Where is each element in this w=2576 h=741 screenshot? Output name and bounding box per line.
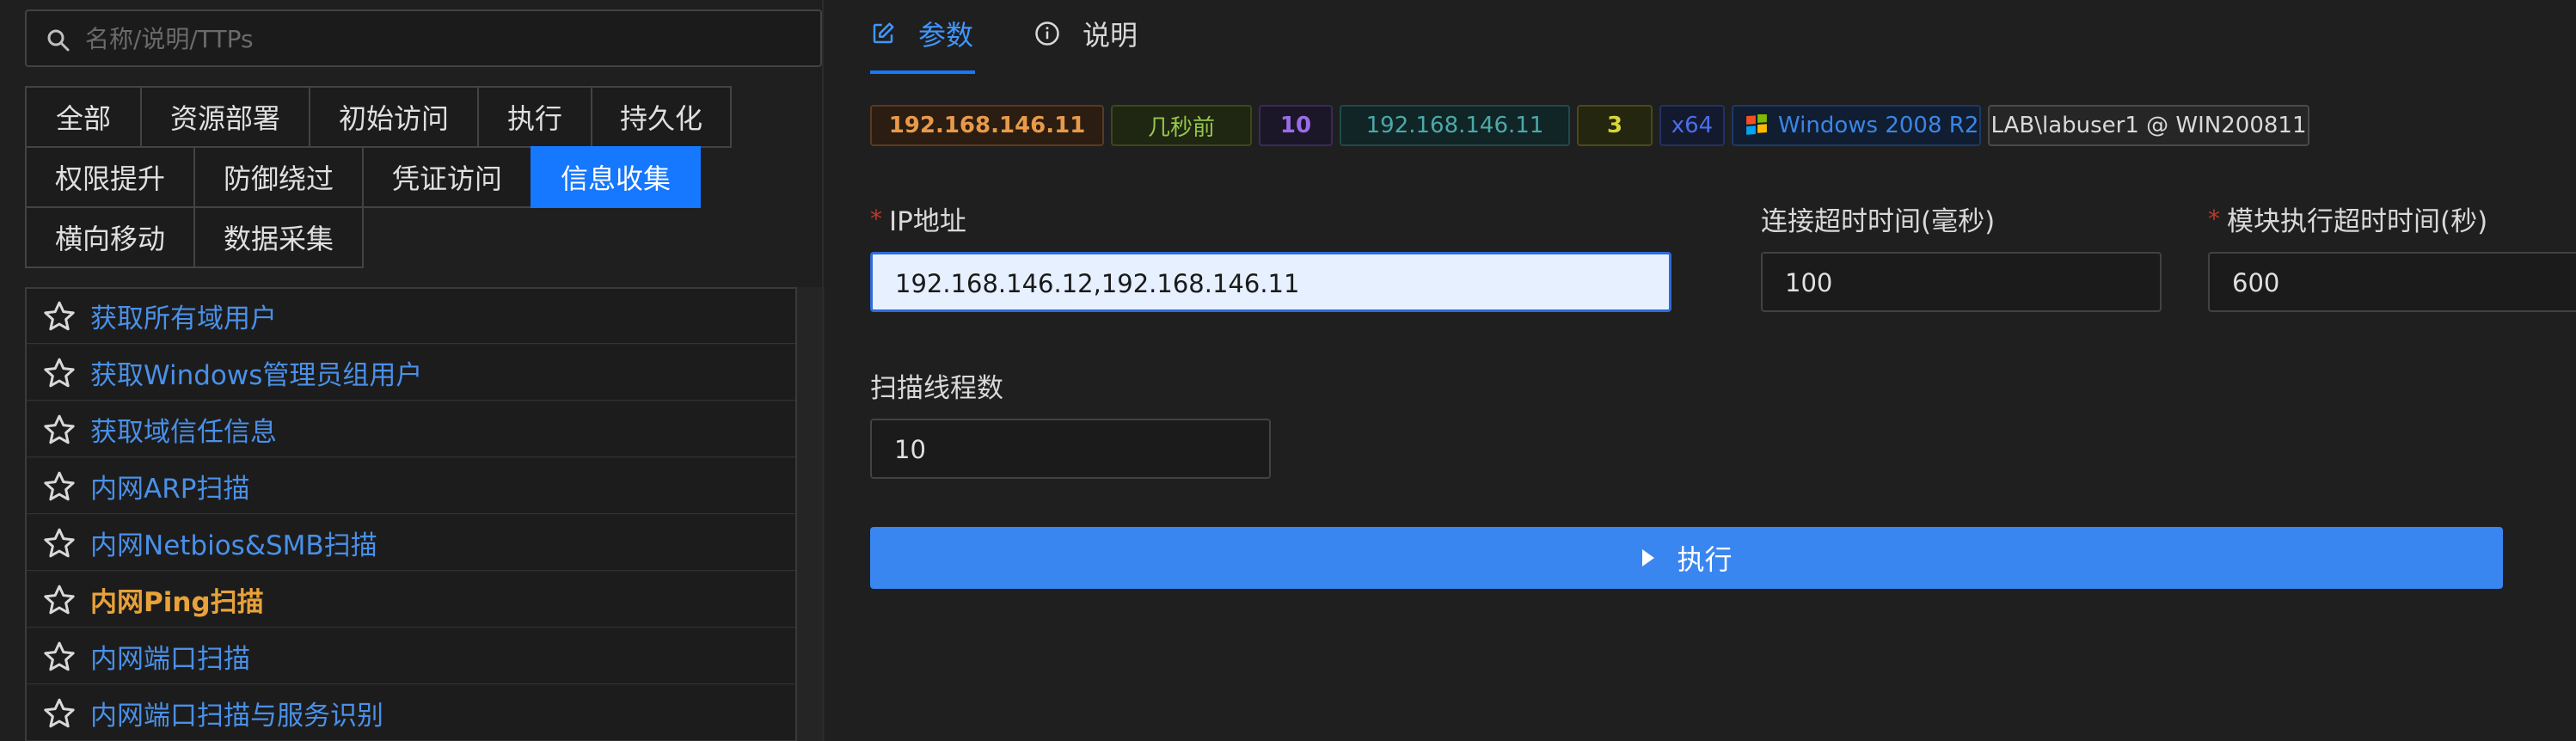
star-icon[interactable]	[42, 640, 77, 674]
category-persistence[interactable]: 持久化	[591, 86, 732, 148]
category-defense-evasion[interactable]: 防御绕过	[193, 146, 364, 208]
internal-ip-badge: 192.168.146.11	[1340, 105, 1570, 146]
category-credential-access[interactable]: 凭证访问	[362, 146, 532, 208]
category-row-1: 全部 资源部署 初始访问 执行 持久化	[25, 86, 732, 148]
module-label[interactable]: 获取域信任信息	[90, 410, 277, 449]
required-mark: *	[870, 205, 882, 233]
ip-label-text: IP地址	[889, 206, 966, 237]
category-initial-access[interactable]: 初始访问	[309, 86, 479, 148]
list-item[interactable]: 内网端口扫描	[27, 629, 819, 684]
arch-badge: x64	[1659, 105, 1725, 146]
module-timeout-field[interactable]	[2208, 252, 2576, 312]
category-privilege-escalation[interactable]: 权限提升	[25, 146, 195, 208]
category-discovery[interactable]: 信息收集	[531, 146, 701, 208]
user-badge: LAB\labuser1 @ WIN200811	[1988, 105, 2309, 146]
module-label[interactable]: 内网端口扫描与服务识别	[90, 694, 383, 732]
tab-params-label: 参数	[918, 19, 974, 52]
list-item-selected[interactable]: 内网Ping扫描	[27, 573, 819, 628]
active-tab-indicator	[870, 70, 975, 74]
tab-params[interactable]: 参数	[870, 12, 973, 55]
execute-label: 执行	[1677, 543, 1733, 576]
ip-label: * IP地址	[870, 199, 966, 238]
required-mark: *	[2208, 205, 2220, 233]
timeout-label-text: 连接超时时间(毫秒)	[1761, 206, 1996, 237]
session-ip-badge: 192.168.146.11	[870, 105, 1104, 146]
list-item[interactable]: 内网端口扫描与服务识别	[27, 686, 819, 741]
module-label[interactable]: 内网Ping扫描	[90, 580, 264, 619]
info-icon	[1035, 21, 1059, 46]
star-icon[interactable]	[42, 526, 77, 560]
execute-button[interactable]: 执行	[870, 527, 2503, 589]
edit-icon	[873, 22, 894, 44]
list-item[interactable]: 获取Windows管理员组用户	[27, 346, 819, 401]
star-icon[interactable]	[42, 356, 77, 390]
search-input[interactable]	[83, 16, 809, 61]
search-icon	[47, 29, 70, 52]
list-item[interactable]: 内网Netbios&SMB扫描	[27, 516, 819, 571]
module-label[interactable]: 获取所有域用户	[90, 297, 277, 335]
os-badge: Windows 2008 R2	[1732, 105, 1981, 146]
threads-input[interactable]	[892, 420, 1259, 479]
timeout-label: 连接超时时间(毫秒)	[1761, 199, 1995, 238]
star-icon[interactable]	[42, 299, 77, 334]
panel-divider	[822, 0, 824, 741]
category-collection[interactable]: 数据采集	[193, 206, 364, 268]
search-box[interactable]	[25, 9, 822, 67]
category-execution[interactable]: 执行	[477, 86, 592, 148]
category-row-2: 权限提升 防御绕过 凭证访问 信息收集	[25, 146, 701, 208]
play-icon	[1642, 549, 1655, 566]
list-item[interactable]: 获取所有域用户	[27, 289, 819, 344]
threads-label-text: 扫描线程数	[870, 373, 1003, 404]
last-seen-badge: 几秒前	[1111, 105, 1252, 146]
threads-field[interactable]	[870, 419, 1271, 479]
list-item[interactable]: 获取域信任信息	[27, 402, 819, 457]
module-label[interactable]: 内网Netbios&SMB扫描	[90, 524, 377, 562]
list-scrollbar[interactable]	[795, 287, 825, 741]
list-item[interactable]: 内网ARP扫描	[27, 459, 819, 514]
windows-icon	[1746, 114, 1767, 135]
module-timeout-label-text: 模块执行超时时间(秒)	[2227, 206, 2488, 237]
category-row-3: 横向移动 数据采集	[25, 206, 364, 268]
os-label: Windows 2008 R2	[1778, 113, 1979, 138]
category-lateral-movement[interactable]: 横向移动	[25, 206, 195, 268]
count-badge: 3	[1577, 105, 1653, 146]
module-panel: 全部 资源部署 初始访问 执行 持久化 权限提升 防御绕过 凭证访问 信息收集 …	[0, 0, 834, 741]
module-label[interactable]: 获取Windows管理员组用户	[90, 353, 422, 392]
ip-input[interactable]	[893, 254, 1659, 313]
timeout-field[interactable]	[1761, 252, 2162, 312]
star-icon[interactable]	[42, 583, 77, 617]
category-all[interactable]: 全部	[25, 86, 142, 148]
star-icon[interactable]	[42, 696, 77, 731]
category-resource-deploy[interactable]: 资源部署	[140, 86, 310, 148]
module-list: 获取所有域用户 获取Windows管理员组用户 获取域信任信息 内网ARP扫描 …	[25, 287, 821, 741]
tab-description[interactable]: 说明	[1034, 12, 1138, 55]
timeout-input[interactable]	[1783, 254, 2150, 312]
ip-field[interactable]	[870, 252, 1671, 313]
star-icon[interactable]	[42, 469, 77, 504]
module-timeout-label: * 模块执行超时时间(秒)	[2208, 199, 2487, 238]
module-timeout-input[interactable]	[2230, 254, 2566, 312]
star-icon[interactable]	[42, 413, 77, 447]
module-label[interactable]: 内网端口扫描	[90, 637, 250, 676]
threads-label: 扫描线程数	[870, 366, 1003, 405]
session-info-bar: 192.168.146.11 几秒前 10 192.168.146.11 3 x…	[870, 105, 2316, 146]
pid-badge: 10	[1259, 105, 1333, 146]
tab-description-label: 说明	[1083, 19, 1138, 52]
module-label[interactable]: 内网ARP扫描	[90, 467, 249, 505]
